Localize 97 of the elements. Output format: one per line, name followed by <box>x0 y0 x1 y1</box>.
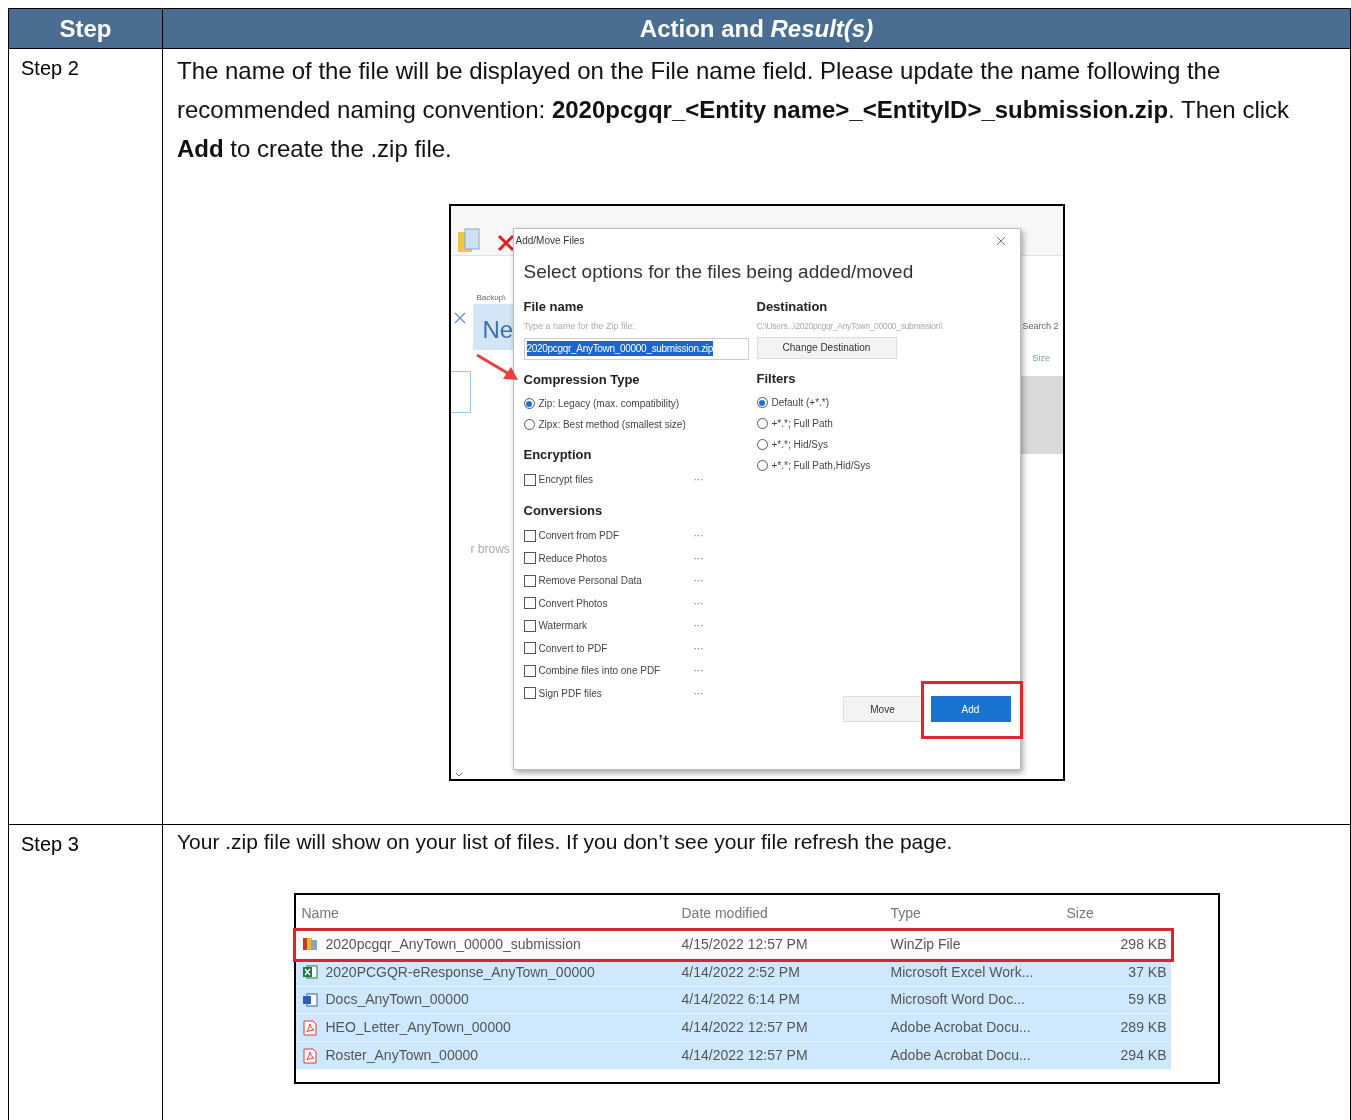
file-size: 294 KB <box>1119 1046 1168 1066</box>
option-label: +*.*; Hid/Sys <box>771 438 828 453</box>
close-icon <box>453 312 466 324</box>
add-button[interactable]: Add <box>930 696 1011 722</box>
file-size: 37 KB <box>1127 962 1168 982</box>
file-name: HEO_Letter_AnyTown_00000 <box>325 1018 511 1038</box>
section-heading: Conversions <box>523 502 604 520</box>
breadcrumb: Backup\ <box>476 292 506 304</box>
more-button[interactable]: ··· <box>693 618 704 634</box>
checkbox[interactable] <box>523 574 536 587</box>
file-name: 2020pcgqr_AnyTown_00000_submission <box>325 934 581 954</box>
file-name: 2020PCGQR-eResponse_AnyTown_00000 <box>325 962 595 982</box>
change-destination-button[interactable]: Change Destination <box>756 336 897 359</box>
option-label: Zipx: Best method (smallest size) <box>538 418 686 432</box>
move-button[interactable]: Move <box>842 696 923 722</box>
file-row[interactable]: 2020pcgqr_AnyTown_00000_submission 4/15/2022 12:57 PM WinZip File 298 KB <box>295 931 1171 959</box>
more-button[interactable]: ··· <box>693 573 704 589</box>
checkbox[interactable] <box>523 642 536 655</box>
option-label: +*.*; Full Path,Hid/Sys <box>771 459 871 474</box>
option-label: Default (+*.*) <box>771 396 830 411</box>
more-button[interactable]: ··· <box>693 528 704 544</box>
file-name-field[interactable]: 2020pcgqr_AnyTown_00000_submission.zip <box>523 337 749 360</box>
column-header: Size <box>1065 903 1095 923</box>
checkbox[interactable] <box>523 619 536 632</box>
file-row[interactable]: HEO_Letter_AnyTown_00000 4/14/2022 12:57 PM Adobe Acrobat Docu... 289 KB <box>295 1014 1171 1043</box>
file-name: Roster_AnyTown_00000 <box>325 1046 479 1066</box>
file-row[interactable]: Roster_AnyTown_00000 4/14/2022 12:57 PM Adobe Acrobat Docu... 294 KB <box>295 1042 1171 1070</box>
checkbox[interactable] <box>523 664 536 677</box>
checkbox[interactable] <box>523 552 536 565</box>
option-label: Remove Personal Data <box>538 574 643 589</box>
arrow-icon <box>474 352 519 382</box>
option-label: Watermark <box>538 619 589 634</box>
destination-path: C:\Users...\2020pcgqr_AnyTown_00000_submission\ <box>756 320 944 333</box>
file-size: 289 KB <box>1119 1018 1168 1038</box>
section-heading: Destination <box>756 297 829 316</box>
section-heading: Compression Type <box>523 370 641 389</box>
column-header: Action and Result(s) <box>639 13 874 44</box>
option-label: Zip: Legacy (max. compatibility) <box>538 397 680 411</box>
spreadsheet-icon <box>301 964 318 981</box>
close-icon <box>995 235 1006 246</box>
delete-icon <box>496 234 515 252</box>
instruction-text: Your .zip file will show on your list of files. If you don’t see your file refresh the page. <box>177 829 954 855</box>
option-label: Convert from PDF <box>538 529 621 544</box>
file-size: 298 KB <box>1119 934 1168 954</box>
more-button[interactable]: ··· <box>693 595 704 611</box>
chevron-down-icon <box>454 772 463 778</box>
pdf-file-icon <box>301 1047 318 1064</box>
date-modified: 4/15/2022 12:57 PM <box>681 934 809 954</box>
checkbox[interactable] <box>523 529 536 542</box>
file-type: Microsoft Word Doc... <box>890 990 1026 1010</box>
option-label: +*.*; Full Path <box>771 417 833 432</box>
pdf-file-icon <box>301 1019 318 1036</box>
checkbox[interactable] <box>523 473 536 486</box>
file-type: Adobe Acrobat Docu... <box>890 1046 1032 1066</box>
date-modified: 4/14/2022 12:57 PM <box>681 1018 809 1038</box>
date-modified: 4/14/2022 2:52 PM <box>681 962 801 982</box>
more-button[interactable]: ··· <box>693 640 704 656</box>
option-label: Combine files into one PDF <box>538 664 662 679</box>
document-icon <box>301 992 318 1008</box>
option-label: Reduce Photos <box>538 551 608 566</box>
checkbox[interactable] <box>523 687 536 700</box>
zip-file-icon <box>301 936 318 953</box>
section-heading: Filters <box>756 369 797 388</box>
hint-text: r brows <box>470 541 510 558</box>
field-hint: Type a name for the Zip file: <box>523 320 637 333</box>
option-label: Sign PDF files <box>538 686 603 701</box>
more-button[interactable]: ··· <box>693 663 704 679</box>
date-modified: 4/14/2022 12:57 PM <box>681 1046 809 1066</box>
column-header: Step <box>9 9 163 48</box>
checkbox[interactable] <box>523 597 536 610</box>
file-size: 59 KB <box>1127 990 1168 1010</box>
file-tile: Ne <box>472 304 514 350</box>
search-hint: Search 2 <box>1022 320 1059 333</box>
instruction-text: The name of the file will be displayed on the File name field. Please update the name following the recommended naming convention: 2020pcgqr_<Entity name>_<EntityID>_submission.zip. Then click Add to create the .zip file. <box>177 56 1291 164</box>
panel-outline <box>450 371 471 413</box>
file-type: Microsoft Excel Work... <box>890 962 1035 982</box>
file-row[interactable]: Docs_AnyTown_00000 4/14/2022 6:14 PM Microsoft Word Doc... 59 KB <box>295 986 1171 1015</box>
option-label: Convert to PDF <box>538 641 609 656</box>
more-button[interactable]: ··· <box>693 685 704 701</box>
section-heading: Encryption <box>523 446 593 464</box>
file-type: Adobe Acrobat Docu... <box>890 1018 1032 1038</box>
column-header: Size <box>1032 352 1050 365</box>
section-heading: File name <box>523 297 585 316</box>
step-label: Step 3 <box>21 833 79 855</box>
option-label: Encrypt files <box>538 473 594 488</box>
column-header: Date modified <box>681 903 769 923</box>
date-modified: 4/14/2022 6:14 PM <box>681 990 801 1010</box>
step-label: Step 2 <box>21 57 79 79</box>
column-header: Type <box>890 903 922 923</box>
file-type: WinZip File <box>890 934 962 954</box>
more-button[interactable]: ··· <box>693 472 704 488</box>
dialog-heading: Select options for the files being added/moved <box>523 260 915 284</box>
more-button[interactable]: ··· <box>693 550 704 566</box>
column-header: Name <box>301 903 340 923</box>
file-name: Docs_AnyTown_00000 <box>325 990 469 1010</box>
window-title: Add/Move Files <box>515 234 585 248</box>
option-label: Convert Photos <box>538 596 609 611</box>
